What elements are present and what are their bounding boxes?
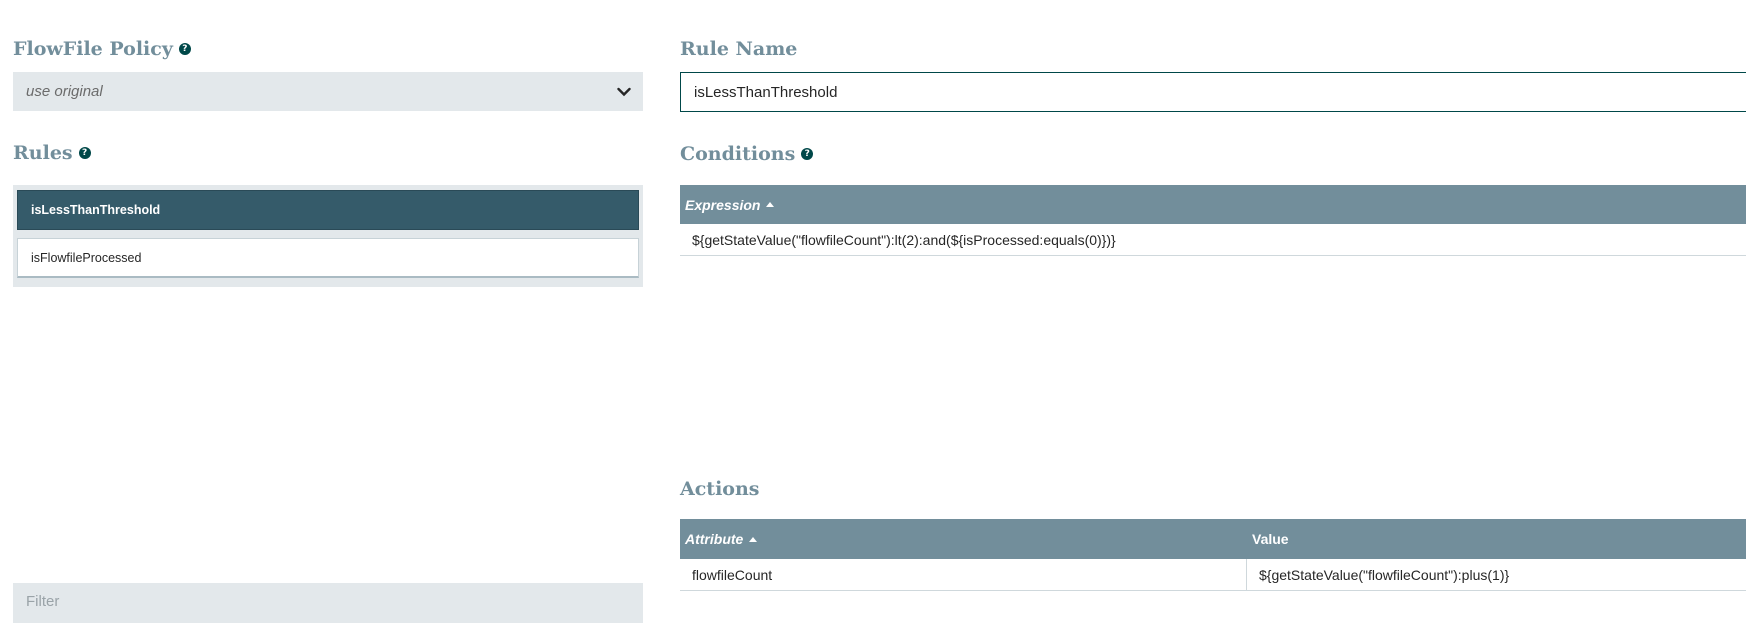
actions-label: Actions <box>680 478 760 500</box>
rules-label: Rules <box>13 142 73 164</box>
rule-name-input[interactable] <box>680 72 1746 112</box>
rule-item-is-flowfile-processed[interactable]: isFlowfileProcessed <box>17 238 639 278</box>
help-icon[interactable]: ? <box>801 148 814 160</box>
chevron-down-icon[interactable] <box>617 87 631 97</box>
rules-title: Rules ? <box>13 142 91 164</box>
rule-item-label: isLessThanThreshold <box>31 203 161 217</box>
conditions-title: Conditions ? <box>680 143 814 165</box>
attribute-cell: flowfileCount <box>680 559 1247 590</box>
filter-placeholder: Filter <box>26 593 60 610</box>
rule-name-title: Rule Name <box>680 38 797 60</box>
actions-title: Actions <box>680 478 760 500</box>
table-row[interactable]: flowfileCount ${getStateValue("flowfileC… <box>680 559 1746 591</box>
flowfile-policy-value: use original <box>26 83 103 100</box>
value-cell: ${getStateValue("flowfileCount"):plus(1)… <box>1259 566 1510 583</box>
flowfile-policy-select[interactable]: use original <box>13 72 643 111</box>
rule-item-is-less-than-threshold[interactable]: isLessThanThreshold <box>17 190 639 230</box>
rules-list: isLessThanThreshold isFlowfileProcessed <box>13 185 643 287</box>
flowfile-policy-title: FlowFile Policy ? <box>13 38 191 60</box>
sort-ascending-icon <box>749 536 758 542</box>
rule-name-label: Rule Name <box>680 38 798 60</box>
actions-table-header: Attribute Value <box>680 519 1746 559</box>
flowfile-policy-label: FlowFile Policy <box>13 38 173 60</box>
sort-ascending-icon <box>766 202 775 207</box>
attribute-column-header[interactable]: Attribute <box>680 519 1247 559</box>
help-icon[interactable]: ? <box>78 147 91 159</box>
help-icon[interactable]: ? <box>178 43 191 55</box>
expression-cell: ${getStateValue("flowfileCount"):lt(2):a… <box>692 231 1116 248</box>
table-row[interactable]: ${getStateValue("flowfileCount"):lt(2):a… <box>680 224 1746 256</box>
conditions-label: Conditions <box>680 143 796 165</box>
value-column-header[interactable]: Value <box>1247 519 1289 559</box>
expression-column-header[interactable]: Expression <box>680 185 775 224</box>
rules-filter-input[interactable]: Filter <box>13 583 643 623</box>
conditions-table-header: Expression <box>680 185 1746 224</box>
rule-item-label: isFlowfileProcessed <box>31 250 142 265</box>
